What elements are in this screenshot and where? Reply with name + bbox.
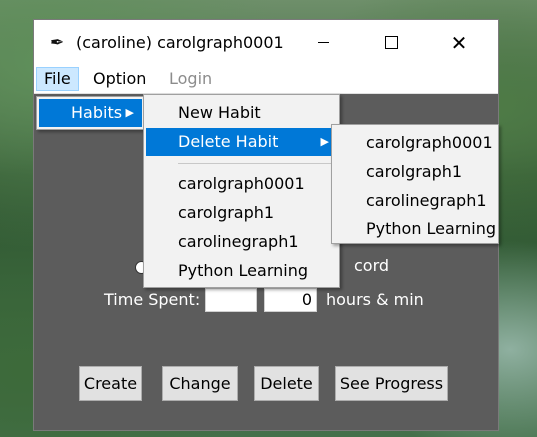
menu-item-habits[interactable]: Habits ▶ [39, 99, 142, 127]
menu-item-habit[interactable]: Python Learning [146, 257, 337, 285]
menu-item-new-habit[interactable]: New Habit [146, 99, 337, 127]
hours-input[interactable] [205, 288, 257, 312]
maximize-icon [384, 36, 398, 49]
delete-menu-item-habit[interactable]: carolgraph1 [334, 158, 496, 186]
delete-button[interactable]: Delete [254, 366, 319, 401]
close-icon: ✕ [450, 30, 468, 55]
maximize-button[interactable] [368, 20, 414, 65]
menu-separator [178, 163, 335, 164]
change-button[interactable]: Change [162, 366, 238, 401]
submenu-arrow-icon: ▶ [125, 106, 134, 119]
record-label: cord [354, 256, 390, 275]
delete-menu-item-habit[interactable]: carolinegraph1 [334, 187, 496, 215]
see-progress-button[interactable]: See Progress [335, 366, 448, 401]
file-menu: Habits ▶ [36, 96, 145, 130]
menu-item-habit[interactable]: carolgraph0001 [146, 170, 337, 198]
time-spent-label: Time Spent: [104, 290, 201, 309]
habits-menu: New Habit Delete Habit ▶ carolgraph0001 … [143, 94, 340, 288]
title-bar[interactable]: ✒ (caroline) carolgraph0001 ✕ [34, 20, 498, 65]
delete-habit-menu: carolgraph0001 carolgraph1 carolinegraph… [331, 124, 499, 244]
delete-habit-label: Delete Habit [178, 132, 279, 151]
feather-icon: ✒ [50, 33, 65, 53]
menu-item-habit[interactable]: carolinegraph1 [146, 228, 337, 256]
habits-label: Habits [71, 103, 123, 122]
menu-item-habit[interactable]: carolgraph1 [146, 199, 337, 227]
delete-menu-item-habit[interactable]: Python Learning [334, 215, 496, 243]
create-button[interactable]: Create [79, 366, 142, 401]
submenu-arrow-icon: ▶ [320, 135, 329, 148]
minutes-input[interactable]: 0 [264, 288, 317, 312]
close-button[interactable]: ✕ [436, 20, 482, 65]
unit-label: hours & min [326, 290, 424, 309]
menu-bar: File Option Login [34, 65, 498, 94]
minimize-button[interactable] [300, 20, 346, 65]
window-title: (caroline) carolgraph0001 [76, 33, 284, 52]
menu-item-delete-habit[interactable]: Delete Habit ▶ [146, 128, 337, 156]
menu-file[interactable]: File [36, 67, 79, 91]
menu-login[interactable]: Login [162, 67, 219, 91]
menu-option[interactable]: Option [86, 67, 153, 91]
delete-menu-item-habit[interactable]: carolgraph0001 [334, 129, 496, 157]
minimize-icon [317, 42, 329, 43]
